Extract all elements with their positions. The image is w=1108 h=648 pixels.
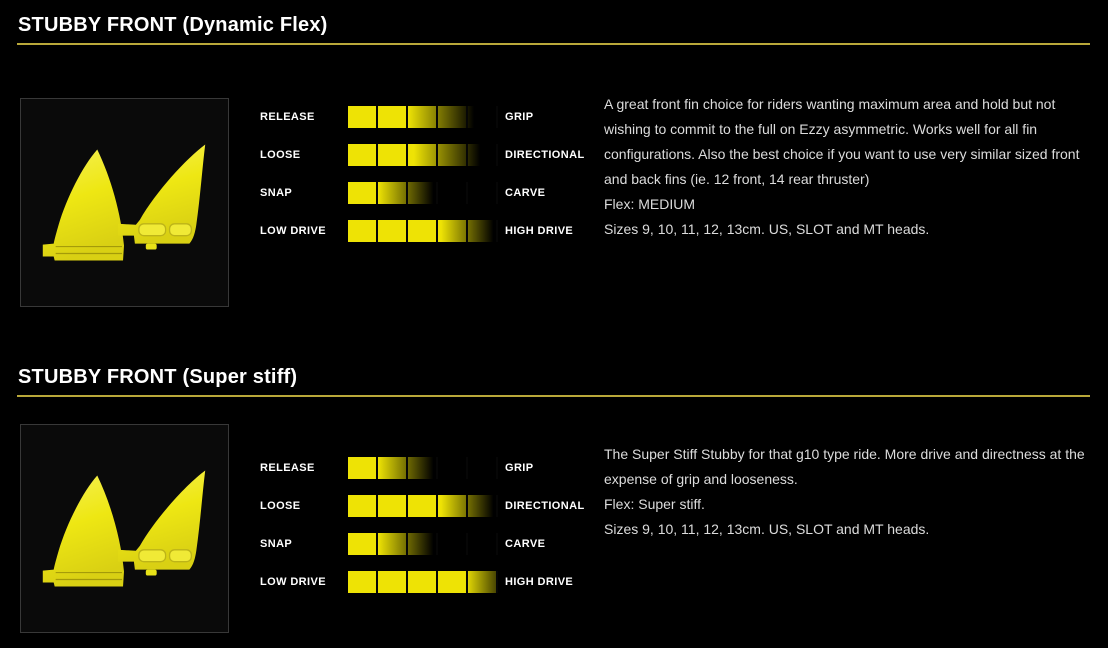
rating-bar [348, 106, 498, 128]
rating-right-label: CARVE [505, 533, 545, 555]
section-title: STUBBY FRONT (Super stiff) [18, 366, 297, 389]
rating-right-label: GRIP [505, 106, 534, 128]
rating-row-lowdrive-highdrive: LOW DRIVE HIGH DRIVE [0, 571, 1108, 593]
rating-bar [348, 457, 498, 479]
rating-bar [348, 220, 498, 242]
rating-bar [348, 533, 498, 555]
rating-bar [348, 495, 498, 517]
rating-bar [348, 182, 498, 204]
rating-right-label: HIGH DRIVE [505, 220, 573, 242]
rating-right-label: HIGH DRIVE [505, 571, 573, 593]
rating-left-label: SNAP [260, 533, 292, 555]
sizes-spec: Sizes 9, 10, 11, 12, 13cm. US, SLOT and … [604, 217, 1098, 242]
rating-right-label: DIRECTIONAL [505, 144, 585, 166]
product-description: The Super Stiff Stubby for that g10 type… [604, 442, 1098, 542]
rating-bar [348, 144, 498, 166]
rating-left-label: RELEASE [260, 457, 315, 479]
rating-left-label: SNAP [260, 182, 292, 204]
rating-right-label: CARVE [505, 182, 545, 204]
rating-left-label: LOOSE [260, 495, 301, 517]
flex-spec: Flex: Super stiff. [604, 492, 1098, 517]
flex-spec: Flex: MEDIUM [604, 192, 1098, 217]
description-paragraph: A great front fin choice for riders want… [604, 92, 1098, 192]
rating-right-label: DIRECTIONAL [505, 495, 585, 517]
section-stubby-front-dynamic-flex: STUBBY FRONT (Dynamic Flex) RELEASE GRIP… [0, 0, 1108, 352]
rating-left-label: LOW DRIVE [260, 220, 326, 242]
sizes-spec: Sizes 9, 10, 11, 12, 13cm. US, SLOT and … [604, 517, 1098, 542]
title-underline [17, 395, 1090, 397]
rating-right-label: GRIP [505, 457, 534, 479]
rating-left-label: RELEASE [260, 106, 315, 128]
product-image-stubby-front [20, 424, 229, 633]
title-underline [17, 43, 1090, 45]
product-description: A great front fin choice for riders want… [604, 92, 1098, 242]
rating-bar [348, 571, 498, 593]
description-paragraph: The Super Stiff Stubby for that g10 type… [604, 442, 1098, 492]
rating-left-label: LOW DRIVE [260, 571, 326, 593]
section-stubby-front-super-stiff: STUBBY FRONT (Super stiff) RELEASE GRIP … [0, 352, 1108, 648]
rating-left-label: LOOSE [260, 144, 301, 166]
section-title: STUBBY FRONT (Dynamic Flex) [18, 14, 328, 37]
